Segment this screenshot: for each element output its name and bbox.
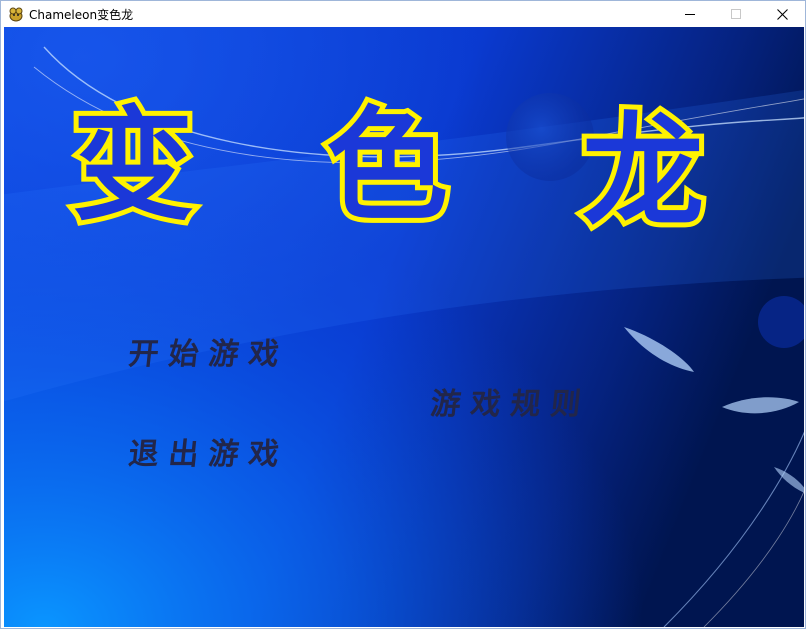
game-rules-button[interactable]: 游戏规则 [429,379,594,423]
close-icon [776,8,788,20]
pygame-app-icon [8,6,24,22]
maximize-icon [731,9,741,19]
minimize-button[interactable] [667,1,713,27]
logo-char-bian: 变 [67,95,199,237]
start-game-button[interactable]: 开始游戏 [127,329,292,373]
app-window: Chameleon变色龙 变 色 龙 开始游戏 游戏规则 退出游戏 [0,0,806,629]
logo-char-se: 色 [321,95,453,237]
maximize-button [713,1,759,27]
window-title: Chameleon变色龙 [29,8,134,22]
title-bar[interactable]: Chameleon变色龙 [1,1,805,27]
minimize-icon [685,14,695,15]
game-canvas[interactable]: 变 色 龙 开始游戏 游戏规则 退出游戏 [4,27,804,627]
close-button[interactable] [759,1,805,27]
exit-game-button[interactable]: 退出游戏 [127,429,292,473]
logo-char-long: 龙 [577,101,709,243]
